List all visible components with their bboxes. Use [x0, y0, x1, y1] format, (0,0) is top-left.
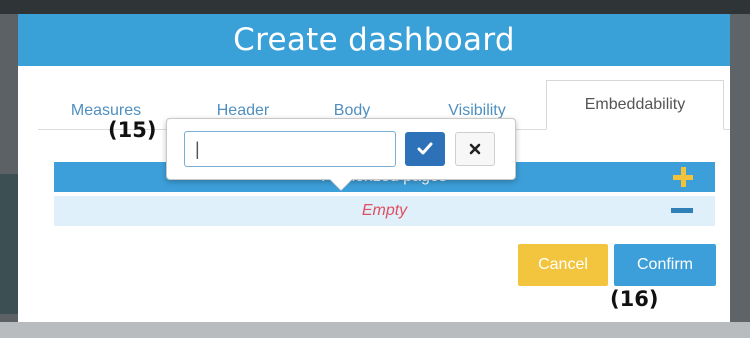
- annotation-16: (16): [610, 287, 659, 311]
- minus-icon[interactable]: [671, 208, 693, 213]
- backdrop-left: [0, 14, 18, 338]
- list-item: Empty: [54, 196, 715, 226]
- dialog-title: Create dashboard: [233, 22, 515, 58]
- page-url-input[interactable]: [184, 131, 396, 167]
- plus-icon[interactable]: [673, 167, 693, 187]
- backdrop-top: [0, 0, 750, 14]
- empty-text: Empty: [361, 202, 408, 219]
- confirm-button[interactable]: Confirm: [614, 244, 716, 286]
- cancel-button[interactable]: Cancel: [518, 244, 608, 286]
- check-icon: [417, 142, 433, 155]
- backdrop-bottom: [0, 322, 750, 338]
- confirm-add-button[interactable]: [405, 132, 445, 166]
- backdrop-band: [0, 174, 18, 314]
- cancel-add-button[interactable]: [455, 132, 495, 166]
- tab-embeddability[interactable]: Embeddability: [546, 80, 724, 130]
- annotation-15: (15): [108, 118, 157, 142]
- popover-arrow: [330, 179, 352, 190]
- backdrop-right: [730, 14, 750, 338]
- close-icon: [469, 143, 481, 155]
- dialog-header: Create dashboard: [18, 14, 730, 66]
